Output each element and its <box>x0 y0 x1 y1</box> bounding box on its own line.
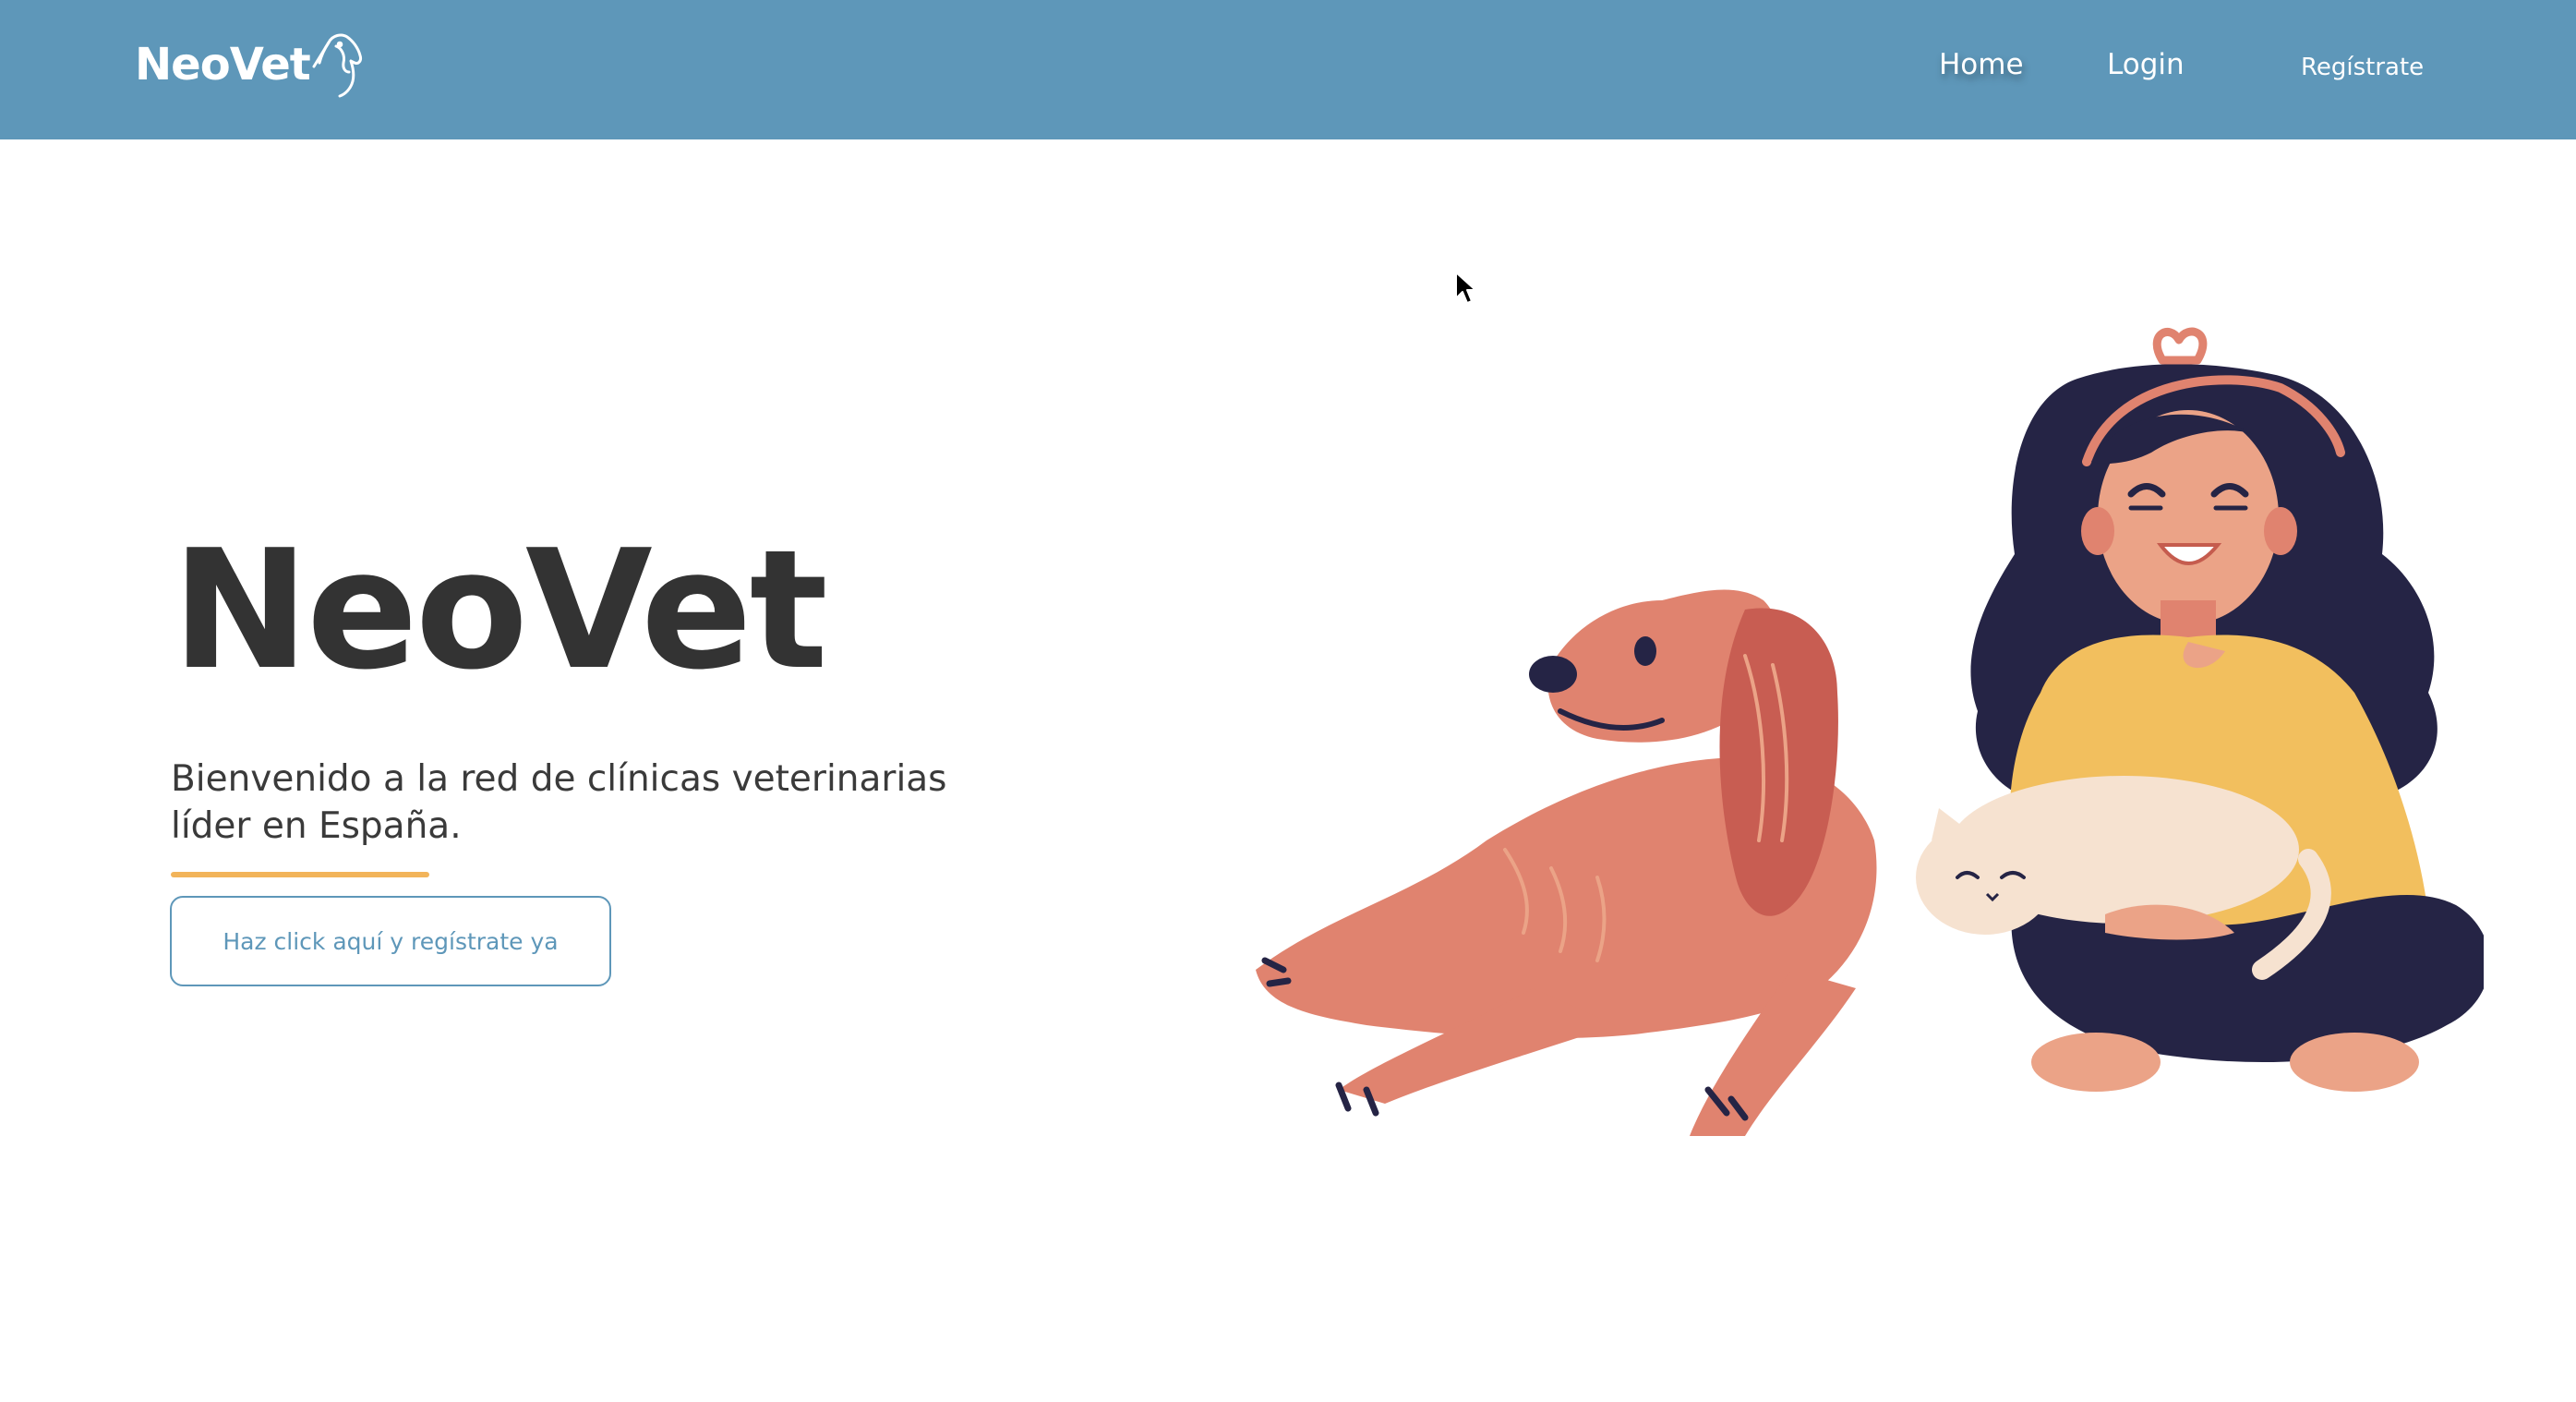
top-navbar: NeoVet Home Login Regístrate <box>0 0 2576 139</box>
hair-bow <box>2152 327 2208 365</box>
girl-ear-left <box>2081 507 2114 555</box>
nav-login-link[interactable]: Login <box>2107 48 2185 81</box>
brand-name: NeoVet <box>135 39 311 91</box>
dog-nose <box>1529 656 1577 693</box>
hero-title: NeoVet <box>172 514 828 706</box>
girl-ear-right <box>2264 507 2297 555</box>
dog-eye <box>1634 636 1656 666</box>
mouse-cursor-icon <box>1455 272 1476 304</box>
nav-home-link[interactable]: Home <box>1939 48 2024 81</box>
register-cta-button[interactable]: Haz click aquí y regístrate ya <box>170 896 611 986</box>
brand-logo-link[interactable]: NeoVet <box>135 28 367 102</box>
girl-foot-left <box>2031 1033 2161 1092</box>
hero-illustration <box>1256 327 2484 1136</box>
nav-register-link[interactable]: Regístrate <box>2301 54 2424 81</box>
hero-subtitle: Bienvenido a la red de clínicas veterina… <box>171 758 947 847</box>
accent-underline <box>171 872 429 877</box>
girl-foot-right <box>2290 1033 2419 1092</box>
dog-head-icon <box>312 33 362 98</box>
